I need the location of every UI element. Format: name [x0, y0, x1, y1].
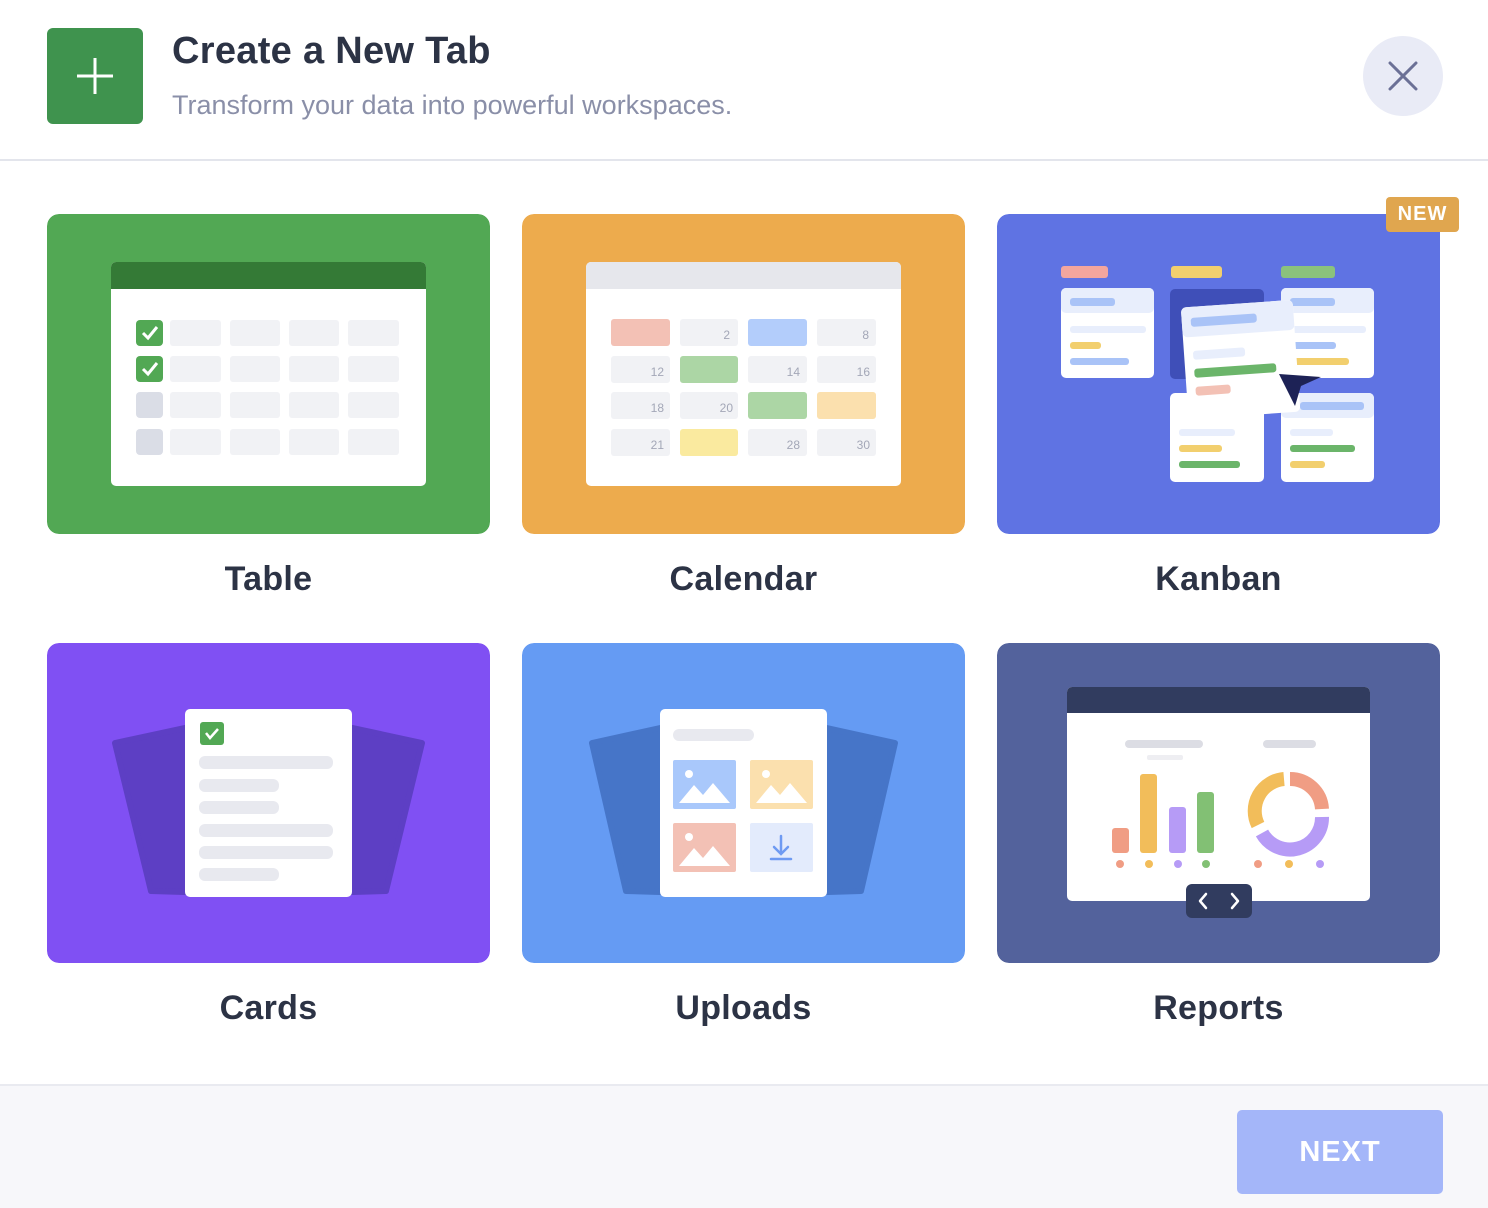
create-tab-modal: Create a New Tab Transform your data int…: [0, 0, 1488, 1208]
calendar-day: 2: [723, 328, 730, 342]
tile-label-kanban: Kanban: [1155, 560, 1282, 598]
tile-reports[interactable]: [997, 643, 1440, 963]
reports-illustration: [997, 643, 1440, 963]
kanban-illustration: [997, 214, 1440, 534]
modal-header: Create a New Tab Transform your data int…: [0, 0, 1488, 161]
calendar-day: 21: [651, 438, 665, 452]
new-badge: NEW: [1386, 197, 1459, 232]
modal-subtitle: Transform your data into powerful worksp…: [172, 90, 733, 120]
calendar-day: 8: [862, 328, 869, 342]
uploads-illustration: [522, 643, 965, 963]
table-illustration: [47, 214, 490, 534]
tile-label-reports: Reports: [1153, 989, 1284, 1027]
tile-table[interactable]: [47, 214, 490, 534]
tile-label-uploads: Uploads: [675, 989, 812, 1027]
close-button[interactable]: [1363, 36, 1443, 116]
close-icon: [1388, 61, 1418, 91]
modal-title: Create a New Tab: [172, 30, 491, 72]
tile-cards[interactable]: [47, 643, 490, 963]
calendar-day: 28: [787, 438, 801, 452]
next-button[interactable]: NEXT: [1237, 1110, 1443, 1194]
calendar-day: 16: [857, 365, 871, 379]
calendar-day: 20: [720, 401, 734, 415]
tile-label-calendar: Calendar: [669, 560, 818, 598]
tile-uploads[interactable]: [522, 643, 965, 963]
cards-illustration: [47, 643, 490, 963]
calendar-illustration: 2 8 12 14 16 18 20 21 28 30: [522, 214, 965, 534]
calendar-day: 30: [857, 438, 871, 452]
tile-label-cards: Cards: [219, 989, 318, 1027]
tile-kanban[interactable]: [997, 214, 1440, 534]
tile-calendar[interactable]: 2 8 12 14 16 18 20 21 28 30: [522, 214, 965, 534]
calendar-day: 12: [651, 365, 665, 379]
tile-label-table: Table: [224, 560, 313, 598]
calendar-day: 18: [651, 401, 665, 415]
calendar-day: 14: [787, 365, 801, 379]
plus-icon: [47, 28, 143, 124]
